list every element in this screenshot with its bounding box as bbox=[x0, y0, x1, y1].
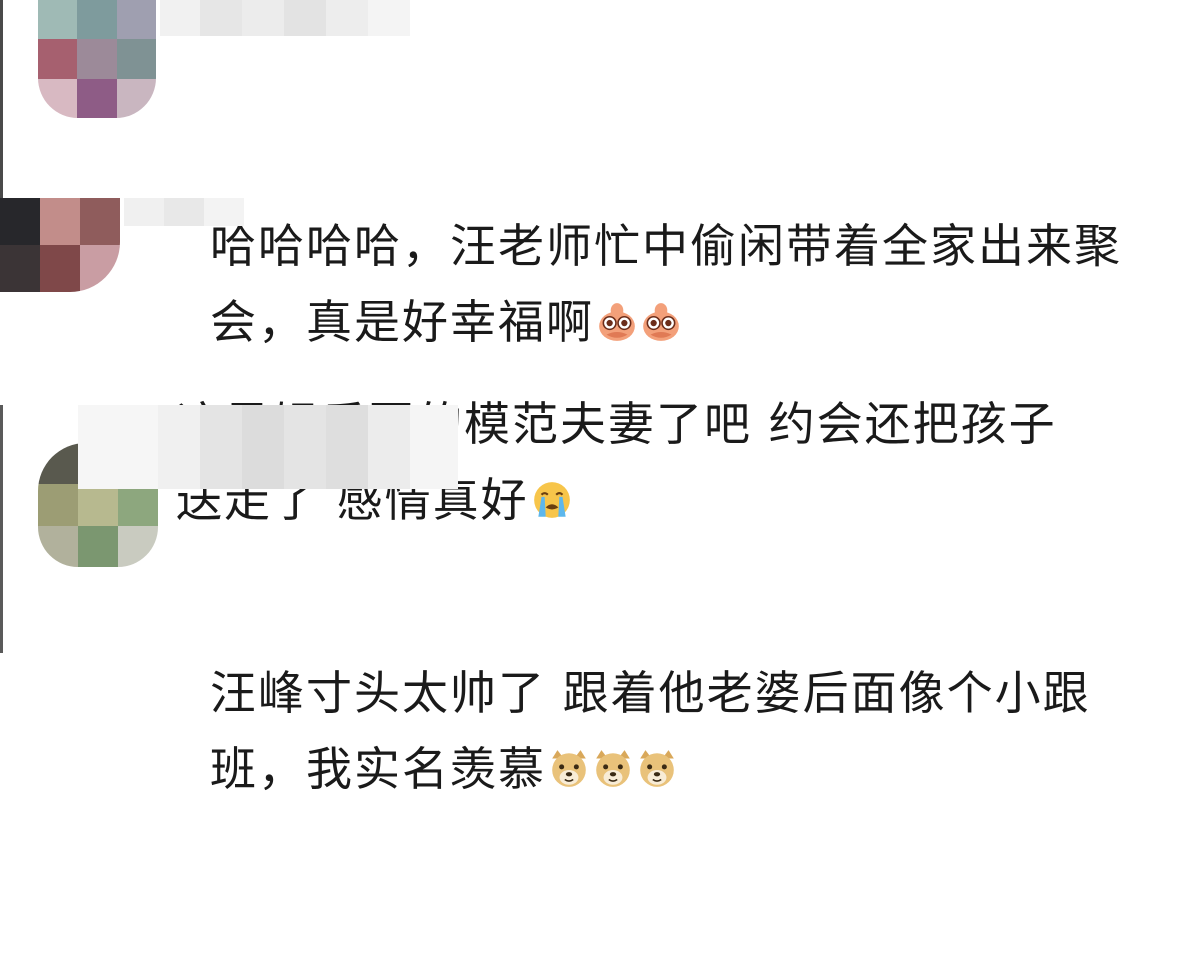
username-blurred[interactable] bbox=[160, 0, 430, 36]
comment-line: 班，我实名羡慕 bbox=[210, 742, 546, 796]
comment-item: 哈哈哈哈，汪老师忙中偷闲带着全家出来聚 会，真是好幸福啊 bbox=[0, 0, 1200, 349]
divider bbox=[0, 405, 3, 653]
comment-text: 汪峰寸头太帅了 跟着他老婆后面像个小跟 班，我实名羡慕 bbox=[210, 503, 1091, 959]
username-blurred[interactable] bbox=[78, 405, 458, 489]
comment-line: 汪峰寸头太帅了 跟着他老婆后面像个小跟 bbox=[210, 666, 1091, 720]
comment-item: 这是娱乐圈的模范夫妻了吧 约会还把孩子 送走了 感情真好 bbox=[0, 198, 1200, 527]
username-blurred[interactable] bbox=[124, 198, 244, 226]
divider bbox=[0, 0, 3, 198]
doge-emoji-icon bbox=[548, 748, 590, 790]
doge-emoji-icon bbox=[592, 748, 634, 790]
doge-emoji-icon bbox=[636, 748, 678, 790]
avatar[interactable] bbox=[0, 198, 120, 292]
comment-item: 汪峰寸头太帅了 跟着他老婆后面像个小跟 班，我实名羡慕 bbox=[0, 405, 1200, 796]
avatar[interactable] bbox=[38, 0, 156, 118]
